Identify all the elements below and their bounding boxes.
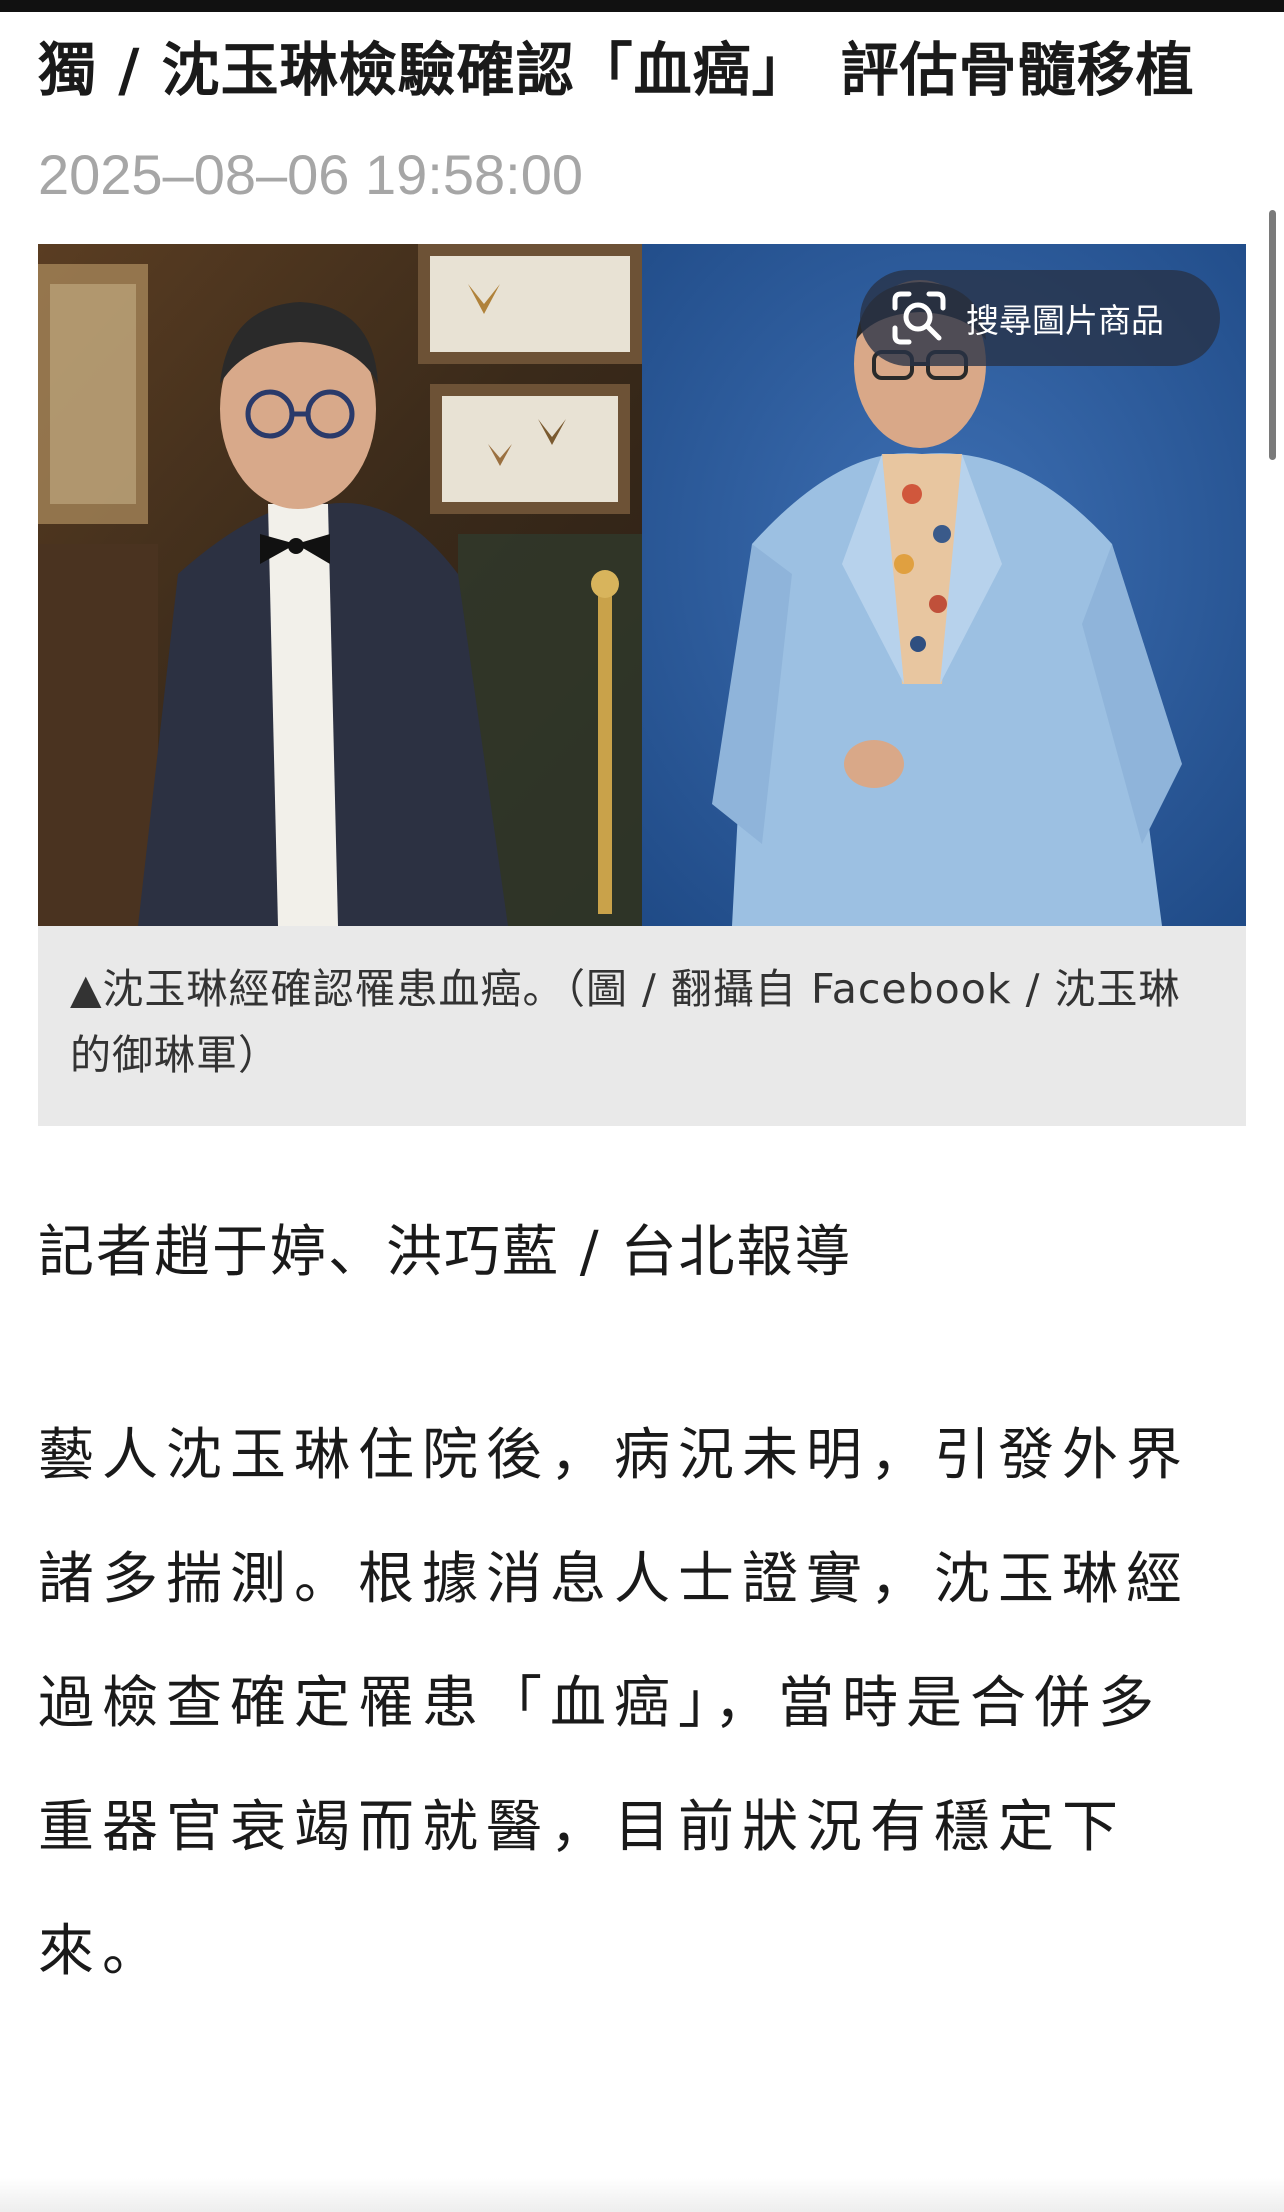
article-timestamp: 2025–08–06 19:58:00 [38,143,583,206]
article-photo[interactable]: 搜尋圖片商品 [38,244,1246,926]
visual-search-button[interactable]: 搜尋圖片商品 [860,270,1220,366]
article-figure: 搜尋圖片商品 ▲沈玉琳經確認罹患血癌。（圖 / 翻攝自 Facebook / 沈… [38,244,1246,1126]
photo-caption: ▲沈玉琳經確認罹患血癌。（圖 / 翻攝自 Facebook / 沈玉琳的御琳軍） [38,926,1246,1126]
article-byline: 記者趙于婷、洪巧藍 / 台北報導 [38,1220,853,1285]
article-headline: 獨 / 沈玉琳檢驗確認「血癌」 評估骨髓移植 [38,36,1195,104]
article: 獨 / 沈玉琳檢驗確認「血癌」 評估骨髓移植 2025–08–06 19:58:… [38,22,1248,2014]
lens-search-icon [882,281,956,355]
article-body-paragraph: 藝人沈玉琳住院後，病況未明，引發外界諸多揣測。根據消息人士證實，沈玉琳經過檢查確… [38,1423,1190,1984]
bottom-fade [0,2178,1284,2212]
scrollbar[interactable] [1269,210,1276,460]
photo-tuxedo [38,244,642,926]
status-bar-edge [0,0,1284,12]
visual-search-label: 搜尋圖片商品 [966,301,1164,340]
